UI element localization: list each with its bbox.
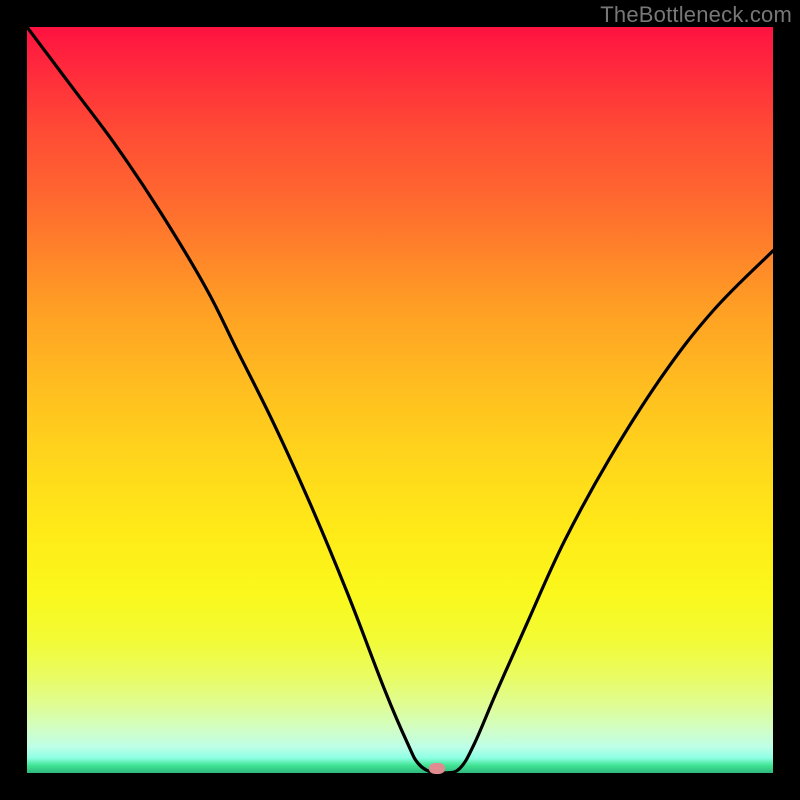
bottleneck-curve-path xyxy=(27,27,773,773)
optimal-point-marker xyxy=(429,763,445,774)
plot-area xyxy=(27,27,773,773)
curve-svg xyxy=(27,27,773,773)
watermark-text: TheBottleneck.com xyxy=(600,2,792,28)
chart-container: TheBottleneck.com xyxy=(0,0,800,800)
